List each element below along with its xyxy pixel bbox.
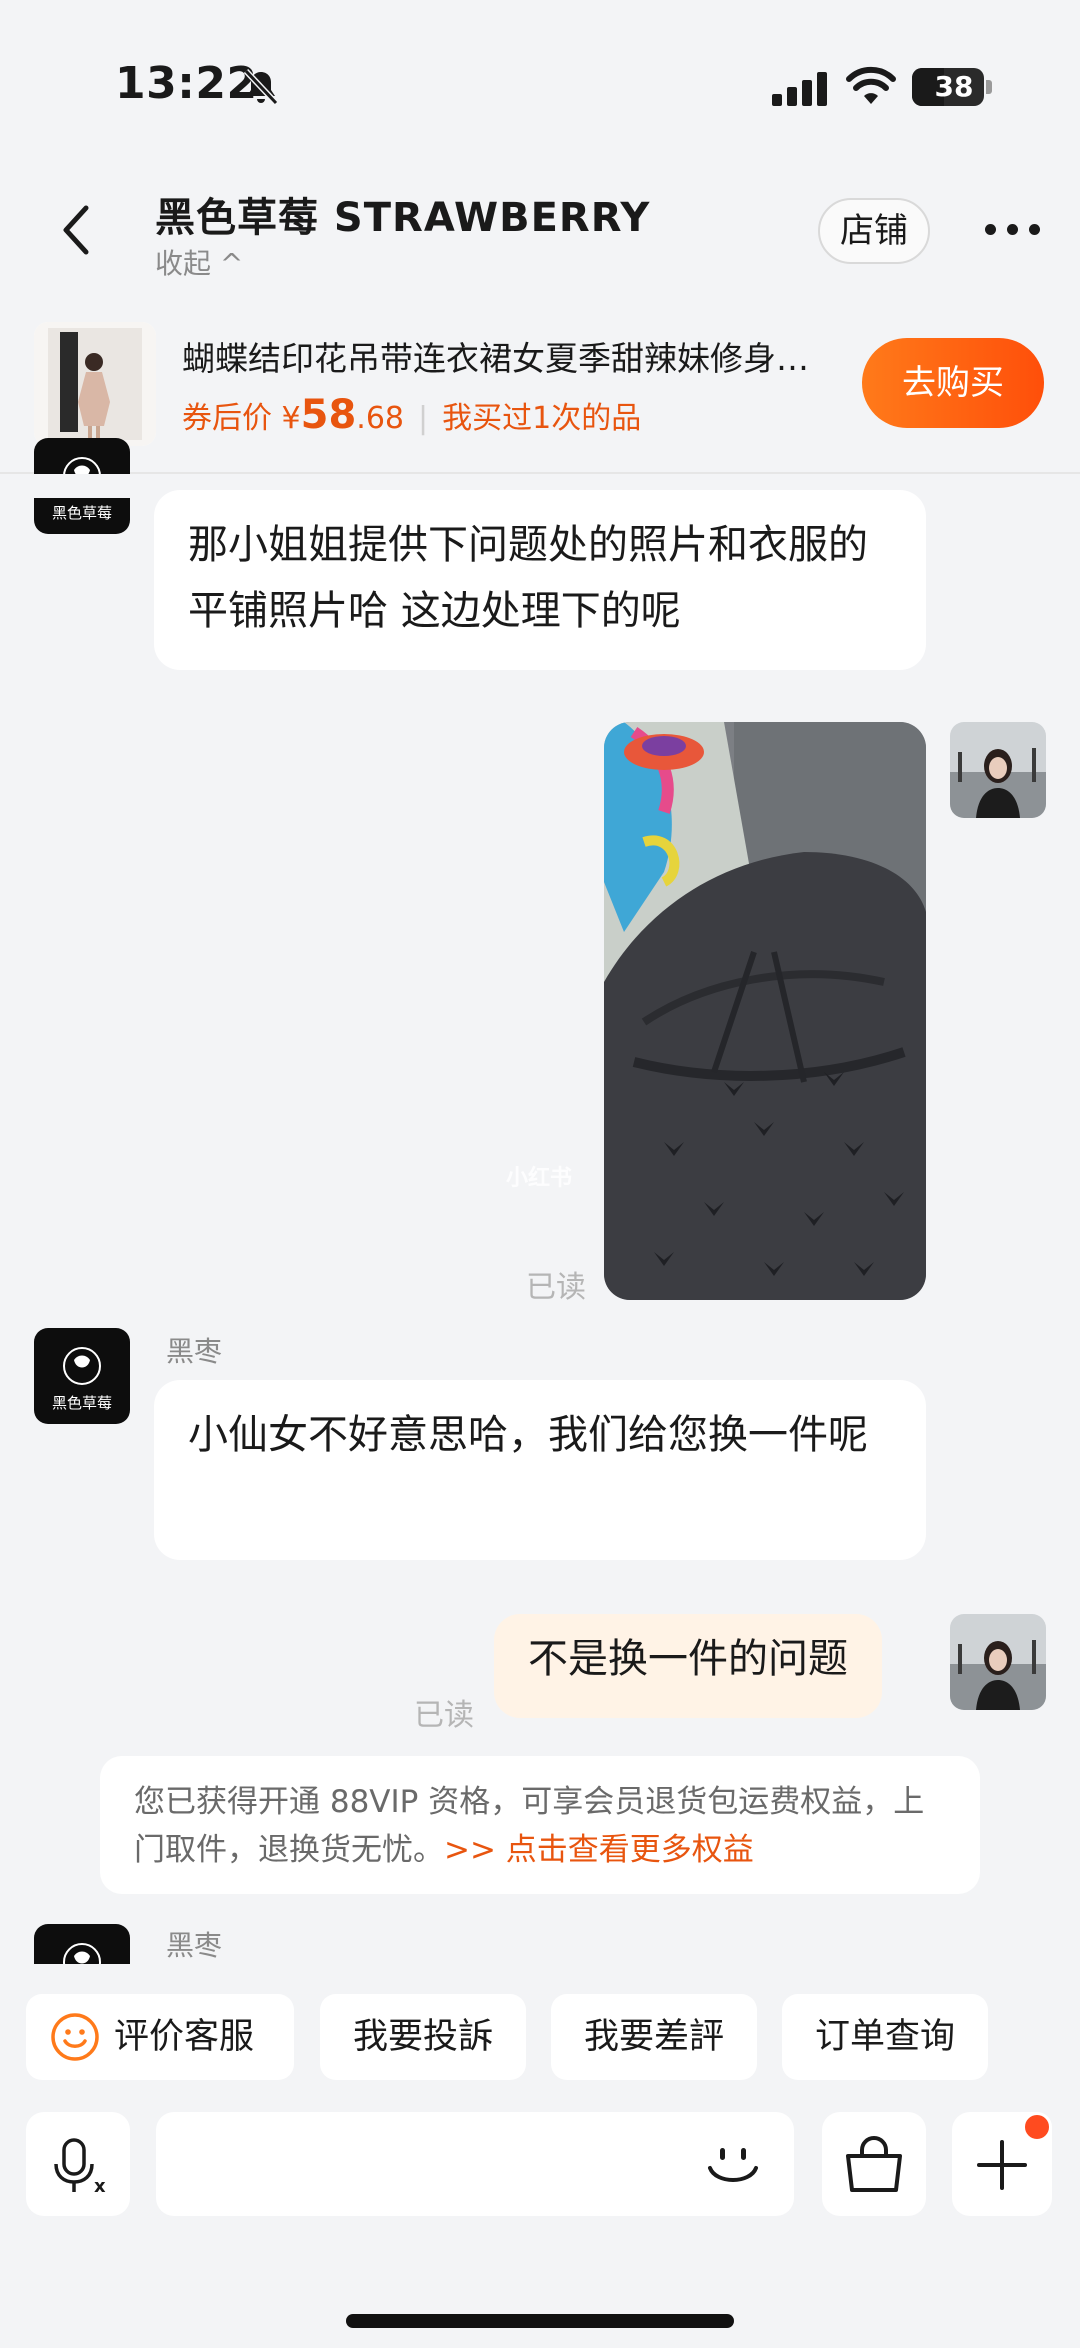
status-time: 13:22	[115, 58, 258, 109]
shop-avatar[interactable]: 黑色草莓	[34, 1328, 130, 1424]
price-label: 券后价 ¥	[182, 401, 301, 436]
message-bubble: 小仙女不好意思哈，我们给您换一件呢	[154, 1380, 926, 1560]
sender-name: 黑枣	[166, 1335, 223, 1368]
home-indicator[interactable]	[346, 2314, 734, 2328]
voice-button[interactable]: x	[26, 2112, 130, 2216]
smile-icon	[51, 2013, 99, 2061]
svg-text:x: x	[94, 2176, 106, 2197]
my-message-bubble: 不是换一件的问题	[494, 1614, 882, 1718]
product-title[interactable]: 蝴蝶结印花吊带连衣裙女夏季甜辣妹修身…	[182, 332, 862, 380]
shopping-bag-button[interactable]	[822, 2112, 926, 2216]
shop-title: 黑色草莓 STRAWBERRY	[155, 195, 651, 241]
sent-photo[interactable]	[604, 722, 926, 1300]
price-integer: 58	[300, 392, 357, 438]
battery-level: 38	[934, 70, 974, 103]
price-row: 券后价 ¥58.68 | 我买过1次的品	[182, 392, 642, 438]
notification-dot	[1022, 2112, 1052, 2142]
rate-service-button[interactable]: 评价客服	[26, 1994, 294, 2080]
read-receipt: 已读	[526, 1270, 586, 1305]
back-icon[interactable]	[56, 198, 96, 262]
emoji-icon[interactable]	[702, 2134, 764, 2196]
complain-button[interactable]: 我要投訴	[320, 1994, 526, 2080]
sender-name: 黑枣	[166, 1929, 223, 1962]
notice-link[interactable]: >> 点击查看更多权益	[444, 1832, 754, 1868]
collapse-toggle[interactable]: 收起 ^	[155, 242, 243, 282]
microphone-icon: x	[54, 2138, 106, 2197]
user-avatar[interactable]	[950, 722, 1046, 818]
watermark: 小红书	[506, 1166, 573, 1191]
order-query-button[interactable]: 订单查询	[782, 1994, 988, 2080]
partial-message: 黑枣	[0, 1920, 1080, 1964]
product-thumbnail[interactable]	[34, 322, 156, 446]
bad-review-button[interactable]: 我要差評	[551, 1994, 757, 2080]
read-receipt: 已读	[414, 1698, 474, 1733]
vip-notice: 您已获得开通 88VIP 资格，可享会员退货包运费权益，上门取件，退换货无忧。>…	[100, 1756, 980, 1894]
bell-muted-icon	[243, 68, 279, 106]
signal-icon	[772, 72, 827, 106]
buy-button[interactable]: 去购买	[862, 338, 1044, 428]
more-icon[interactable]	[985, 218, 1041, 242]
shop-avatar[interactable]	[34, 1924, 130, 1964]
avatar-logo-text: 黑色草莓	[52, 504, 112, 522]
quick-action-label: 评价客服	[114, 2017, 255, 2057]
bought-before-text: 我买过1次的品	[442, 401, 642, 436]
price-decimal: .68	[356, 401, 405, 436]
avatar-logo-text: 黑色草莓	[52, 1394, 112, 1412]
store-button[interactable]: 店铺	[818, 198, 930, 264]
battery-cap	[986, 80, 992, 94]
wifi-icon	[846, 66, 896, 104]
user-avatar[interactable]	[950, 1614, 1046, 1710]
message-bubble: 那小姐姐提供下问题处的照片和衣服的平铺照片哈 这边处理下的呢	[154, 490, 926, 670]
shopping-bag-icon	[846, 2136, 902, 2192]
message-input[interactable]	[156, 2112, 794, 2216]
